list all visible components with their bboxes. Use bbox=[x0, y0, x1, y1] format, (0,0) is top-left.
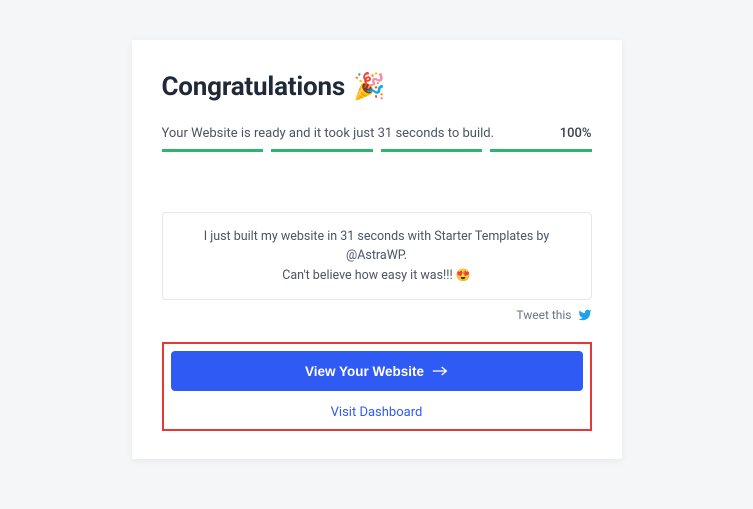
congrats-card: Congratulations 🎉 Your Website is ready … bbox=[132, 40, 622, 459]
progress-segment bbox=[271, 149, 373, 152]
tweet-text-line2: Can't believe how easy it was!!! bbox=[282, 268, 456, 283]
progress-segment bbox=[381, 149, 483, 152]
progress-segment bbox=[490, 149, 592, 152]
tweet-text-line1: I just built my website in 31 seconds wi… bbox=[204, 229, 550, 263]
tweet-this-link[interactable]: Tweet this bbox=[516, 308, 571, 322]
visit-dashboard-link[interactable]: Visit Dashboard bbox=[171, 401, 583, 422]
arrow-right-icon bbox=[432, 365, 448, 377]
progress-bar bbox=[162, 149, 592, 152]
page-title: Congratulations bbox=[162, 72, 346, 102]
tweet-message-box: I just built my website in 31 seconds wi… bbox=[162, 212, 592, 300]
tweet-link-row: Tweet this bbox=[162, 308, 592, 322]
title-row: Congratulations 🎉 bbox=[162, 72, 592, 102]
progress-segment bbox=[162, 149, 264, 152]
heart-eyes-icon: 😍 bbox=[456, 268, 471, 282]
status-row: Your Website is ready and it took just 3… bbox=[162, 126, 592, 141]
twitter-icon bbox=[578, 308, 592, 322]
status-text: Your Website is ready and it took just 3… bbox=[162, 126, 495, 141]
view-website-label: View Your Website bbox=[305, 364, 424, 379]
actions-group: View Your Website Visit Dashboard bbox=[162, 342, 592, 431]
view-website-button[interactable]: View Your Website bbox=[171, 351, 583, 391]
progress-percent: 100% bbox=[560, 126, 592, 141]
party-popper-icon: 🎉 bbox=[353, 74, 385, 100]
